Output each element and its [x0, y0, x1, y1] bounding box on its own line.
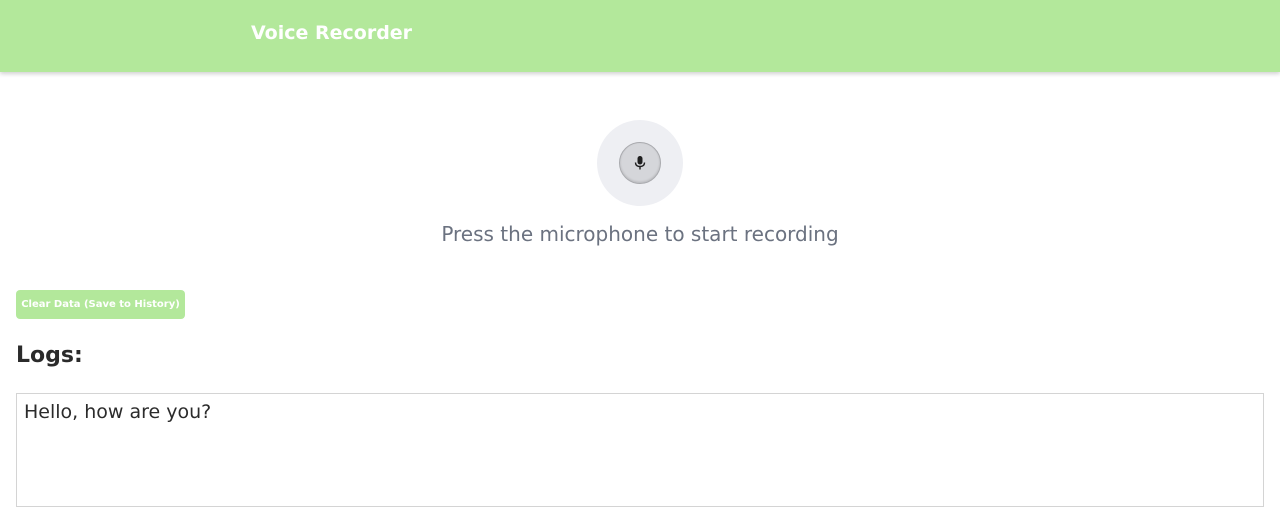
record-button[interactable] [619, 142, 661, 184]
mic-button-ring [597, 120, 683, 206]
app-title: Voice Recorder [251, 22, 413, 44]
logs-heading: Logs: [16, 343, 83, 368]
logs-textarea[interactable]: Hello, how are you? [16, 393, 1264, 507]
top-bar: Voice Recorder [0, 0, 1280, 72]
recording-prompt: Press the microphone to start recording [441, 222, 839, 246]
microphone-icon [633, 155, 647, 171]
clear-data-button[interactable]: Clear Data (Save to History) [16, 290, 185, 319]
